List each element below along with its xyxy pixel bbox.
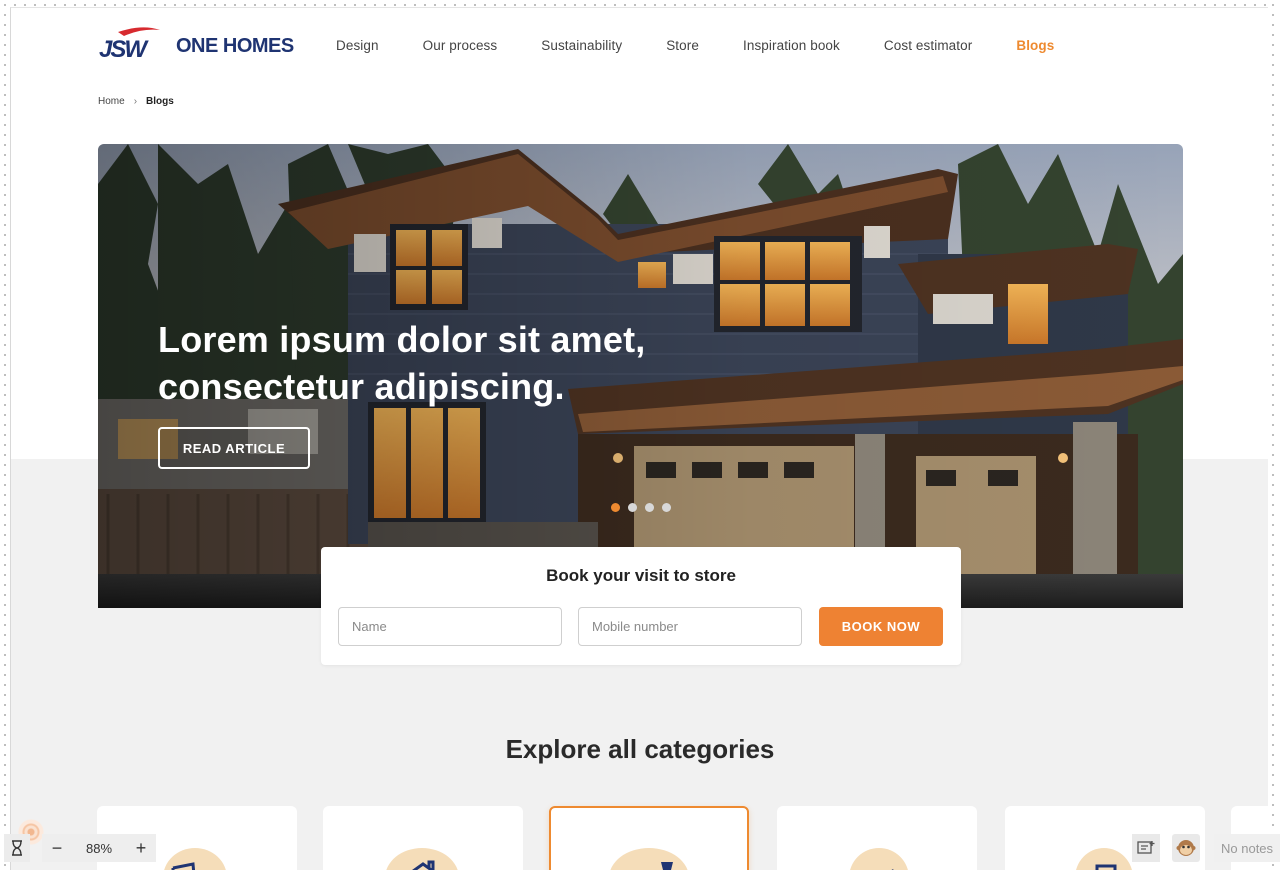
hero-banner: Lorem ipsum dolor sit amet, consectetur …: [98, 144, 1183, 608]
zoom-out-button[interactable]: −: [42, 834, 72, 862]
house-icon: [412, 860, 435, 870]
breadcrumb: Home › Blogs: [98, 96, 174, 107]
hourglass-icon[interactable]: [4, 834, 30, 862]
lamp-icon: [661, 862, 673, 870]
name-input[interactable]: [338, 607, 562, 646]
carousel-dot[interactable]: [645, 503, 654, 512]
canvas-background: [1268, 0, 1280, 870]
carousel-dots: [611, 503, 671, 512]
nav-item-design[interactable]: Design: [336, 38, 379, 53]
svg-text:JSW: JSW: [99, 36, 149, 62]
carousel-dot[interactable]: [628, 503, 637, 512]
artboard: JSW ONE HOMES Design Our process Sustain…: [10, 7, 1268, 870]
canvas-background: [0, 0, 1280, 7]
logo-text: ONE HOMES: [176, 34, 294, 57]
brand-logo[interactable]: JSW ONE HOMES: [98, 26, 298, 62]
read-article-button[interactable]: READ ARTICLE: [158, 427, 310, 469]
category-card[interactable]: [549, 806, 749, 870]
nav-item-sustainability[interactable]: Sustainability: [541, 38, 622, 53]
nav-item-cost-estimator[interactable]: Cost estimator: [884, 38, 972, 53]
nav-item-store[interactable]: Store: [666, 38, 699, 53]
category-card[interactable]: [323, 806, 523, 870]
book-visit-title: Book your visit to store: [546, 566, 736, 585]
carousel-dot[interactable]: [662, 503, 671, 512]
main-nav: Design Our process Sustainability Store …: [336, 38, 1098, 53]
breadcrumb-home[interactable]: Home: [98, 96, 125, 107]
zoom-level[interactable]: 88%: [72, 834, 126, 862]
jsw-logo-mark: JSW: [99, 27, 160, 62]
book-now-button[interactable]: BOOK NOW: [819, 607, 943, 646]
butterfly-icon: [891, 868, 894, 870]
chevron-right-icon: ›: [133, 96, 138, 107]
hero-title-line: consectetur adipiscing.: [158, 366, 565, 407]
nav-item-blogs[interactable]: Blogs: [1016, 38, 1054, 53]
door-icon: [171, 862, 196, 870]
carousel-dot[interactable]: [611, 503, 620, 512]
category-card[interactable]: [777, 806, 977, 870]
canvas-background: [0, 0, 10, 870]
hero-title: Lorem ipsum dolor sit amet, consectetur …: [158, 316, 718, 410]
book-visit-card: Book your visit to store BOOK NOW: [321, 547, 961, 665]
notes-status: No notes: [1214, 834, 1280, 862]
breadcrumb-current: Blogs: [146, 96, 174, 107]
hero-title-line: Lorem ipsum dolor sit amet,: [158, 319, 646, 360]
categories-heading: Explore all categories: [505, 734, 775, 764]
nav-item-inspiration-book[interactable]: Inspiration book: [743, 38, 840, 53]
zoom-in-button[interactable]: +: [126, 834, 156, 862]
mobile-number-input[interactable]: [578, 607, 802, 646]
nav-item-our-process[interactable]: Our process: [423, 38, 498, 53]
add-note-icon[interactable]: [1132, 834, 1160, 862]
monkey-avatar-icon[interactable]: [1172, 834, 1200, 862]
